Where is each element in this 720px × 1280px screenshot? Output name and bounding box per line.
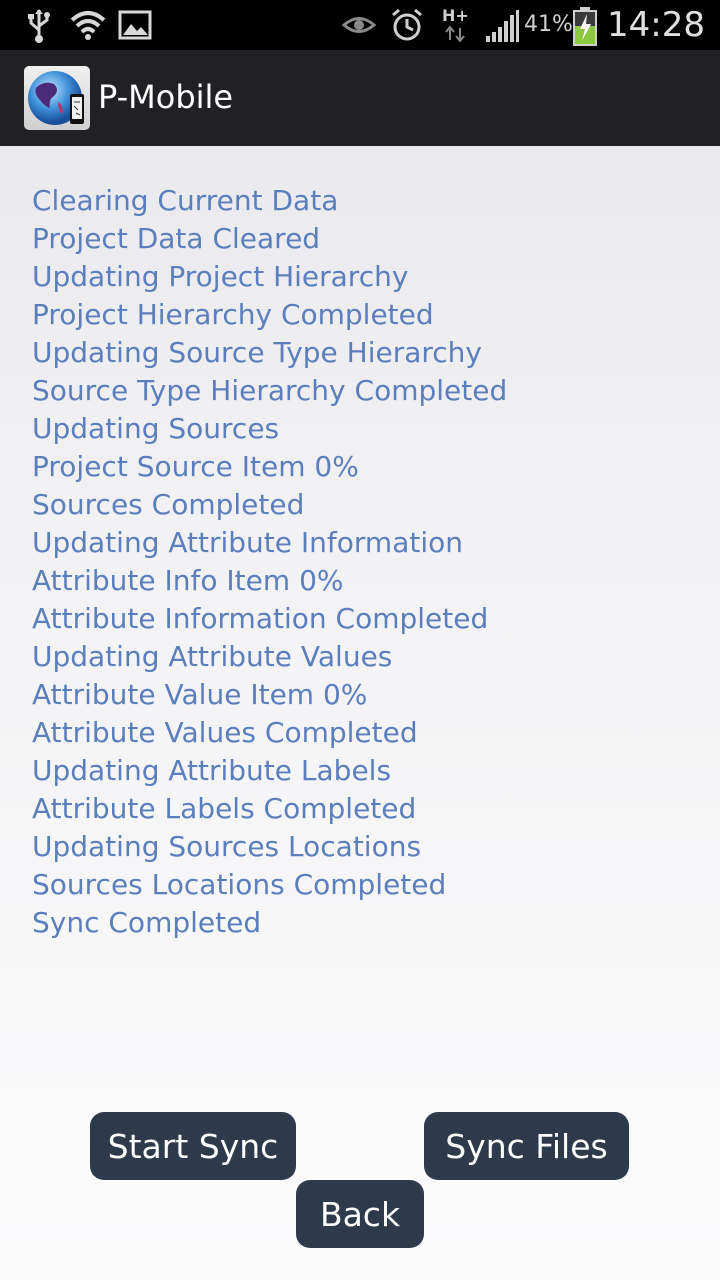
- alarm-icon: [392, 8, 422, 41]
- log-line: Attribute Labels Completed: [32, 792, 417, 825]
- log-line: Attribute Value Item 0%: [32, 678, 368, 711]
- log-line: Sources Completed: [32, 488, 305, 521]
- action-bar: P-Mobile: [0, 50, 720, 146]
- log-line: Attribute Values Completed: [32, 716, 418, 749]
- app-globe-icon[interactable]: [24, 66, 90, 130]
- log-line: Updating Attribute Labels: [32, 754, 392, 787]
- log-line: Updating Sources Locations: [32, 830, 422, 863]
- log-line: Updating Attribute Values: [32, 640, 393, 673]
- log-line: Clearing Current Data: [32, 184, 339, 217]
- log-line: Project Source Item 0%: [32, 450, 359, 483]
- log-line: Attribute Information Completed: [32, 602, 489, 635]
- log-line: Sources Locations Completed: [32, 868, 447, 901]
- log-line: Sync Completed: [32, 906, 262, 939]
- wifi-icon: [70, 11, 106, 40]
- status-time: 14:28: [607, 5, 705, 45]
- status-bar: H+ 41% 14:28: [0, 0, 720, 50]
- usb-icon: [28, 9, 50, 43]
- sync-files-button[interactable]: Sync Files: [424, 1112, 629, 1180]
- log-line: Updating Project Hierarchy: [32, 260, 409, 293]
- log-line: Updating Sources: [32, 412, 280, 445]
- image-icon: [118, 10, 152, 40]
- battery-percent: 41%: [524, 12, 573, 37]
- eye-icon: [342, 17, 376, 33]
- signal-icon: [486, 10, 519, 42]
- sync-log: Clearing Current Data Project Data Clear…: [32, 182, 692, 942]
- log-line: Project Data Cleared: [32, 222, 321, 255]
- log-line: Updating Source Type Hierarchy: [32, 336, 482, 369]
- log-line: Attribute Info Item 0%: [32, 564, 344, 597]
- app-title: P-Mobile: [98, 78, 234, 116]
- hplus-data-icon: H+: [442, 6, 472, 44]
- back-button[interactable]: Back: [296, 1180, 424, 1248]
- start-sync-button[interactable]: Start Sync: [90, 1112, 296, 1180]
- sync-content: Clearing Current Data Project Data Clear…: [0, 146, 720, 1280]
- battery-charging-icon: [573, 7, 597, 46]
- log-line: Updating Attribute Information: [32, 526, 463, 559]
- log-line: Source Type Hierarchy Completed: [32, 374, 508, 407]
- log-line: Project Hierarchy Completed: [32, 298, 434, 331]
